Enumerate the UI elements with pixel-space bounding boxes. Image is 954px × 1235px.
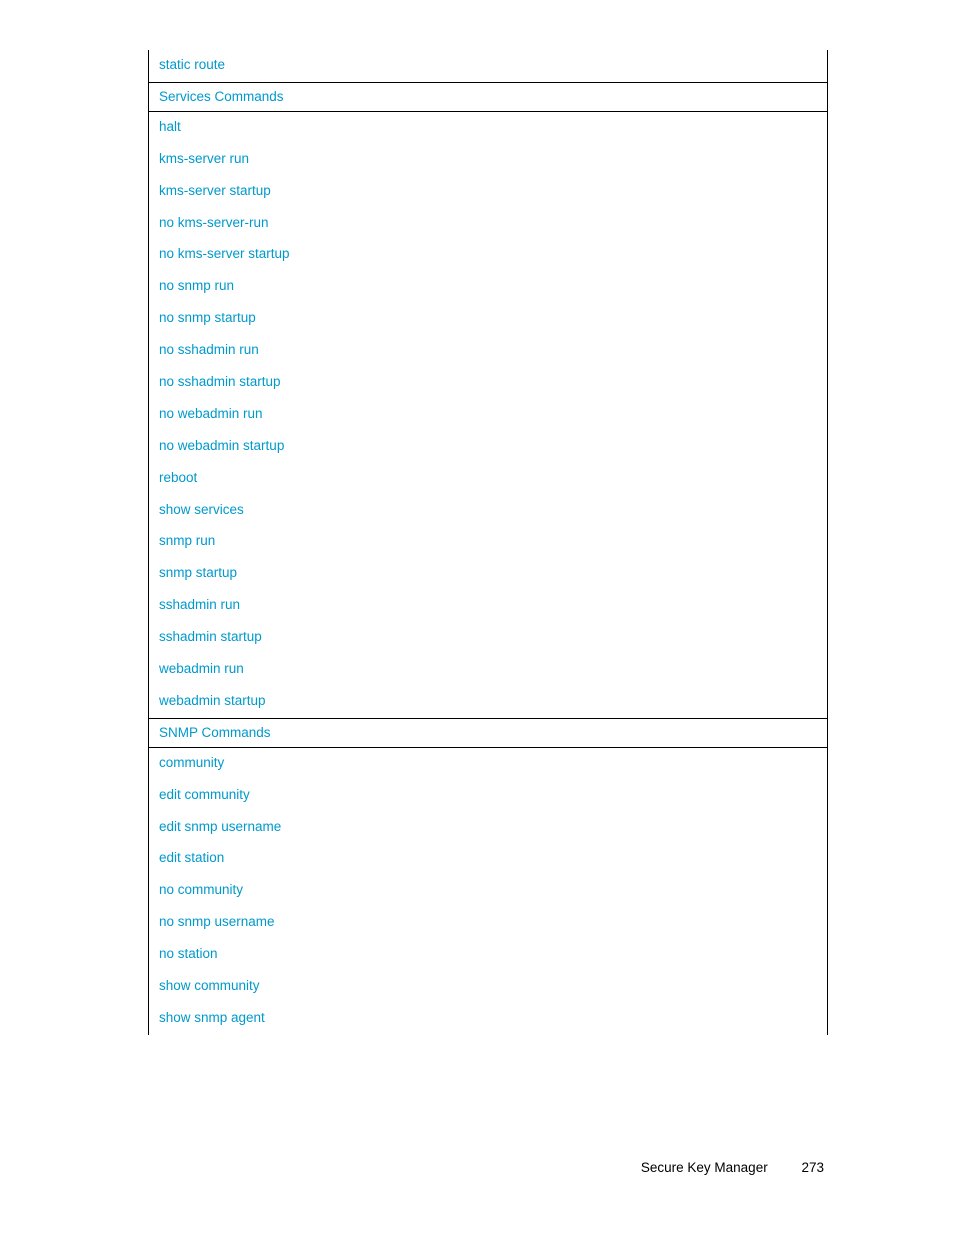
toc-item: sshadmin startup (149, 622, 827, 654)
toc-link[interactable]: no snmp startup (159, 310, 256, 325)
section-header-link[interactable]: Services Commands (159, 89, 284, 104)
toc-item: no kms-server startup (149, 239, 827, 271)
toc-link[interactable]: no sshadmin startup (159, 374, 281, 389)
toc-item: reboot (149, 463, 827, 495)
toc-item: no webadmin run (149, 399, 827, 431)
toc-link[interactable]: community (159, 755, 224, 770)
section-header: SNMP Commands (149, 718, 827, 748)
section-header-link[interactable]: SNMP Commands (159, 725, 271, 740)
section-header: Services Commands (149, 82, 827, 112)
toc-link[interactable]: sshadmin startup (159, 629, 262, 644)
page-number: 273 (801, 1160, 824, 1175)
toc-item: snmp startup (149, 558, 827, 590)
toc-item: no sshadmin startup (149, 367, 827, 399)
toc-link[interactable]: snmp run (159, 533, 215, 548)
toc-link[interactable]: kms-server run (159, 151, 249, 166)
toc-item: no snmp startup (149, 303, 827, 335)
toc-item: show services (149, 495, 827, 527)
footer-title: Secure Key Manager (641, 1160, 768, 1175)
toc-link[interactable]: no kms-server-run (159, 215, 269, 230)
toc-link[interactable]: show services (159, 502, 244, 517)
toc-item: no kms-server-run (149, 208, 827, 240)
toc-link[interactable]: sshadmin run (159, 597, 240, 612)
toc-link[interactable]: no station (159, 946, 218, 961)
toc-link[interactable]: edit community (159, 787, 250, 802)
toc-link[interactable]: reboot (159, 470, 197, 485)
toc-item: sshadmin run (149, 590, 827, 622)
toc-link[interactable]: static route (159, 57, 225, 72)
page-content: static route Services Commands halt kms-ser… (148, 50, 828, 1035)
toc-item: static route (149, 50, 827, 82)
toc-item: snmp run (149, 526, 827, 558)
toc-link[interactable]: no snmp run (159, 278, 234, 293)
toc-link[interactable]: halt (159, 119, 181, 134)
toc-item: no snmp run (149, 271, 827, 303)
toc-item: no webadmin startup (149, 431, 827, 463)
toc-item: halt (149, 112, 827, 144)
toc-item: edit snmp username (149, 812, 827, 844)
toc-item: webadmin run (149, 654, 827, 686)
toc-item: no station (149, 939, 827, 971)
toc-link[interactable]: no sshadmin run (159, 342, 259, 357)
toc-link[interactable]: webadmin run (159, 661, 244, 676)
toc-link[interactable]: edit station (159, 850, 224, 865)
toc-link[interactable]: no webadmin run (159, 406, 263, 421)
toc-item: kms-server run (149, 144, 827, 176)
toc-item: no sshadmin run (149, 335, 827, 367)
toc-link[interactable]: show community (159, 978, 260, 993)
toc-link[interactable]: show snmp agent (159, 1010, 265, 1025)
toc-link[interactable]: no kms-server startup (159, 246, 290, 261)
toc-item: edit station (149, 843, 827, 875)
toc-link[interactable]: no snmp username (159, 914, 275, 929)
toc-link[interactable]: kms-server startup (159, 183, 271, 198)
toc-item: edit community (149, 780, 827, 812)
toc-link[interactable]: edit snmp username (159, 819, 281, 834)
toc-link[interactable]: no community (159, 882, 243, 897)
toc-item: kms-server startup (149, 176, 827, 208)
page-footer: Secure Key Manager 273 (641, 1160, 824, 1175)
toc-item: community (149, 748, 827, 780)
toc-item: show community (149, 971, 827, 1003)
toc-item: no snmp username (149, 907, 827, 939)
toc-link[interactable]: no webadmin startup (159, 438, 284, 453)
toc-link[interactable]: webadmin startup (159, 693, 266, 708)
toc-link[interactable]: snmp startup (159, 565, 237, 580)
toc-item: show snmp agent (149, 1003, 827, 1035)
toc-table: static route Services Commands halt kms-ser… (148, 50, 828, 1035)
toc-item: webadmin startup (149, 686, 827, 718)
toc-item: no community (149, 875, 827, 907)
